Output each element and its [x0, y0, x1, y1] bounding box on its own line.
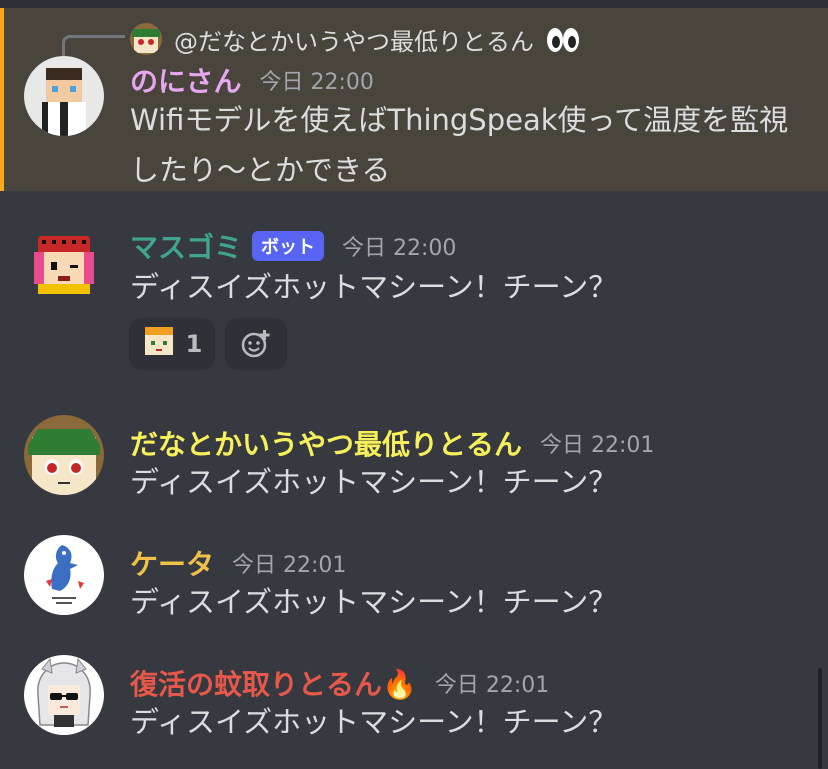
reaction-button[interactable]: 1 — [129, 318, 215, 370]
timestamp: 今日 22:00 — [259, 70, 374, 95]
message-text: ディスイズホットマシーン！チーン？ — [130, 705, 618, 739]
message-text: Wifiモデルを使えばThingSpeak使って温度を監視したり〜とかできる — [130, 103, 789, 187]
top-strip — [0, 0, 828, 8]
avatar[interactable] — [24, 415, 104, 495]
reaction-count: 1 — [185, 330, 203, 358]
message-header: マスゴミ ボット 今日 22:00 — [130, 226, 456, 266]
message-text: ディスイズホットマシーン！チーン？ — [130, 465, 618, 499]
avatar[interactable] — [24, 228, 104, 308]
reply-avatar[interactable] — [130, 23, 162, 55]
anime-girl-avatar-icon — [24, 655, 104, 735]
add-reaction-icon — [241, 330, 270, 358]
bot-badge: ボット — [252, 231, 325, 261]
add-reaction-button[interactable] — [225, 318, 287, 370]
scrollbar[interactable] — [818, 668, 822, 769]
author-name[interactable]: マスゴミ — [130, 231, 242, 264]
message[interactable]: ケータ 今日 22:01 ディスイズホットマシーン！チーン？ — [0, 525, 828, 625]
bird-avatar-icon — [24, 535, 104, 615]
pixel-girl-avatar-icon — [24, 228, 104, 308]
author-name[interactable]: のにさん — [130, 65, 241, 98]
green-hair-avatar-icon — [130, 23, 162, 55]
timestamp: 今日 22:01 — [434, 673, 550, 698]
pixel-boy-avatar-icon — [24, 56, 104, 136]
green-hair-avatar-icon — [24, 415, 104, 495]
message-reply-highlight[interactable]: @だなとかいうやつ最低りとるん のにさん 今日 22:00 Wifiモデルを使えば… — [0, 8, 828, 191]
avatar[interactable] — [24, 655, 104, 735]
timestamp: 今日 22:00 — [342, 236, 457, 261]
reply-mention-text[interactable]: @だなとかいうやつ最低りとるん — [174, 28, 534, 56]
timestamp: 今日 22:01 — [540, 433, 655, 458]
eyes-emoji — [546, 27, 580, 59]
avatar[interactable] — [24, 535, 104, 615]
message[interactable]: だなとかいうやつ最低りとるん 今日 22:01 ディスイズホットマシーン！チーン？ — [0, 405, 828, 505]
message[interactable]: 復活の蚊取りとるん🔥 今日 22:01 ディスイズホットマシーン！チーン？ — [0, 645, 828, 755]
message-text: ディスイズホットマシーン！チーン？ — [130, 585, 618, 619]
message-text: ディスイズホットマシーン！チーン？ — [130, 270, 618, 304]
avatar[interactable] — [24, 56, 104, 136]
message[interactable]: マスゴミ ボット 今日 22:00 ディスイズホットマシーン！チーン？ 1 — [0, 218, 828, 378]
message-header: のにさん 今日 22:00 — [130, 60, 374, 100]
timestamp: 今日 22:01 — [232, 553, 347, 578]
reply-mention[interactable]: @だなとかいうやつ最低りとるん — [174, 22, 580, 59]
custom-face-emoji — [142, 325, 176, 363]
